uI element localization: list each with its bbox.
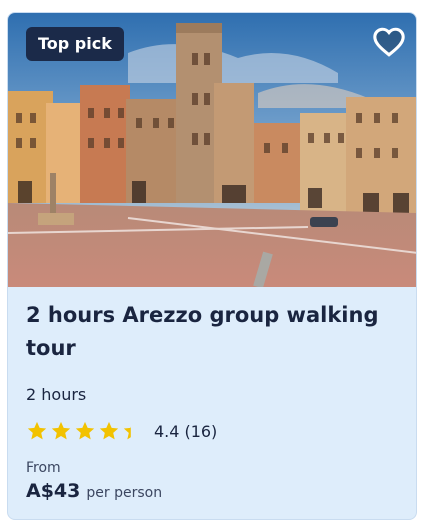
- card-body: 2 hours Arezzo group walking tour 2 hour…: [26, 299, 402, 502]
- price-amount: A$43: [26, 480, 81, 502]
- rating-row: 4.4 (16): [26, 420, 402, 442]
- star-icon: [51, 421, 71, 440]
- review-count: (16): [184, 421, 218, 441]
- star-icon: [75, 421, 95, 440]
- heart-icon: [373, 27, 405, 57]
- rating-value: 4.4: [154, 421, 180, 441]
- price-row: A$43 per person: [26, 480, 402, 502]
- tour-card[interactable]: Top pick 2 hours Arezzo group walking to…: [7, 12, 417, 520]
- tour-photo[interactable]: Top pick: [8, 13, 416, 287]
- favorite-button[interactable]: [372, 25, 406, 59]
- star-icon: [27, 421, 47, 440]
- price-from-label: From: [26, 460, 61, 476]
- top-pick-badge: Top pick: [26, 27, 124, 61]
- star-icon: [123, 426, 131, 440]
- star-icon: [99, 421, 119, 440]
- tour-duration: 2 hours: [26, 385, 87, 404]
- tour-title[interactable]: 2 hours Arezzo group walking tour: [26, 299, 402, 365]
- star-rating: [26, 420, 144, 442]
- price-unit: per person: [86, 485, 163, 501]
